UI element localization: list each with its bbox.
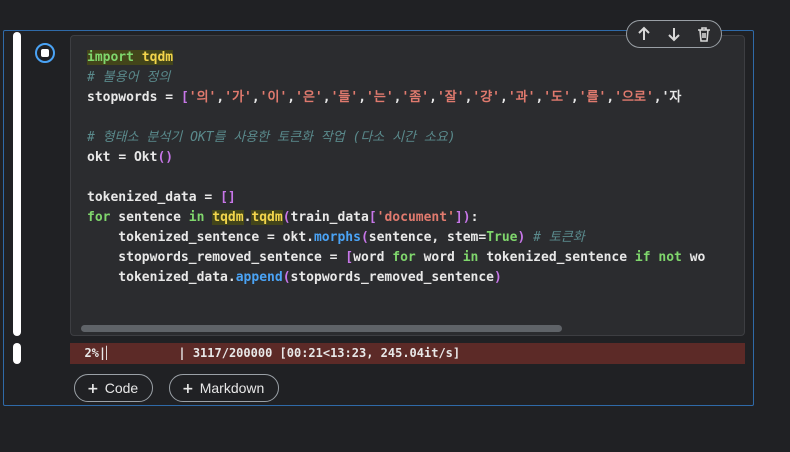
- add-code-cell-button[interactable]: + Code: [74, 374, 154, 402]
- code-line-8: tokenized_data = []: [87, 190, 236, 205]
- arrow-up-icon: [638, 26, 650, 40]
- cell-toolbar: [626, 20, 722, 48]
- code-line-5: # 형태소 분석기 OKT를 사용한 토큰화 작업 (다소 시간 소요): [87, 130, 456, 145]
- code-content[interactable]: import tqdm # 불용어 정의 stopwords = ['의','가…: [87, 48, 705, 288]
- output-focus-bar: [13, 343, 21, 364]
- add-markdown-cell-button[interactable]: + Markdown: [169, 374, 280, 402]
- code-line-2: # 불용어 정의: [87, 70, 171, 85]
- plus-icon: +: [87, 381, 99, 397]
- plus-icon: +: [182, 381, 194, 397]
- stop-execution-button[interactable]: [35, 43, 55, 63]
- code-line-3: stopwords = ['의','가','이','은','들','는','좀'…: [87, 90, 682, 105]
- trash-icon: [698, 27, 710, 42]
- delete-cell-button[interactable]: [693, 24, 715, 44]
- code-editor[interactable]: import tqdm # 불용어 정의 stopwords = ['의','가…: [70, 35, 745, 336]
- move-down-button[interactable]: [663, 24, 685, 44]
- code-line-11: stopwords_removed_sentence = [word for w…: [87, 250, 706, 265]
- cell-output-progress: 2%|▏ | 3117/200000 [00:21<13:23, 245.04i…: [70, 343, 745, 364]
- horizontal-scrollbar[interactable]: [81, 325, 562, 332]
- add-markdown-label: Markdown: [199, 380, 265, 396]
- code-line-1: import tqdm: [87, 50, 174, 65]
- stop-square-icon: [41, 49, 49, 57]
- cell-focus-bar: [13, 32, 21, 336]
- add-code-label: Code: [104, 380, 139, 396]
- code-line-6: okt = Okt(): [87, 150, 174, 165]
- arrow-down-icon: [668, 28, 680, 42]
- code-line-9: for sentence in tqdm.tqdm(train_data['do…: [87, 210, 479, 225]
- code-line-10: tokenized_sentence = okt.morphs(sentence…: [87, 230, 585, 245]
- code-line-12: tokenized_data.append(stopwords_removed_…: [87, 270, 502, 285]
- move-up-button[interactable]: [633, 24, 655, 44]
